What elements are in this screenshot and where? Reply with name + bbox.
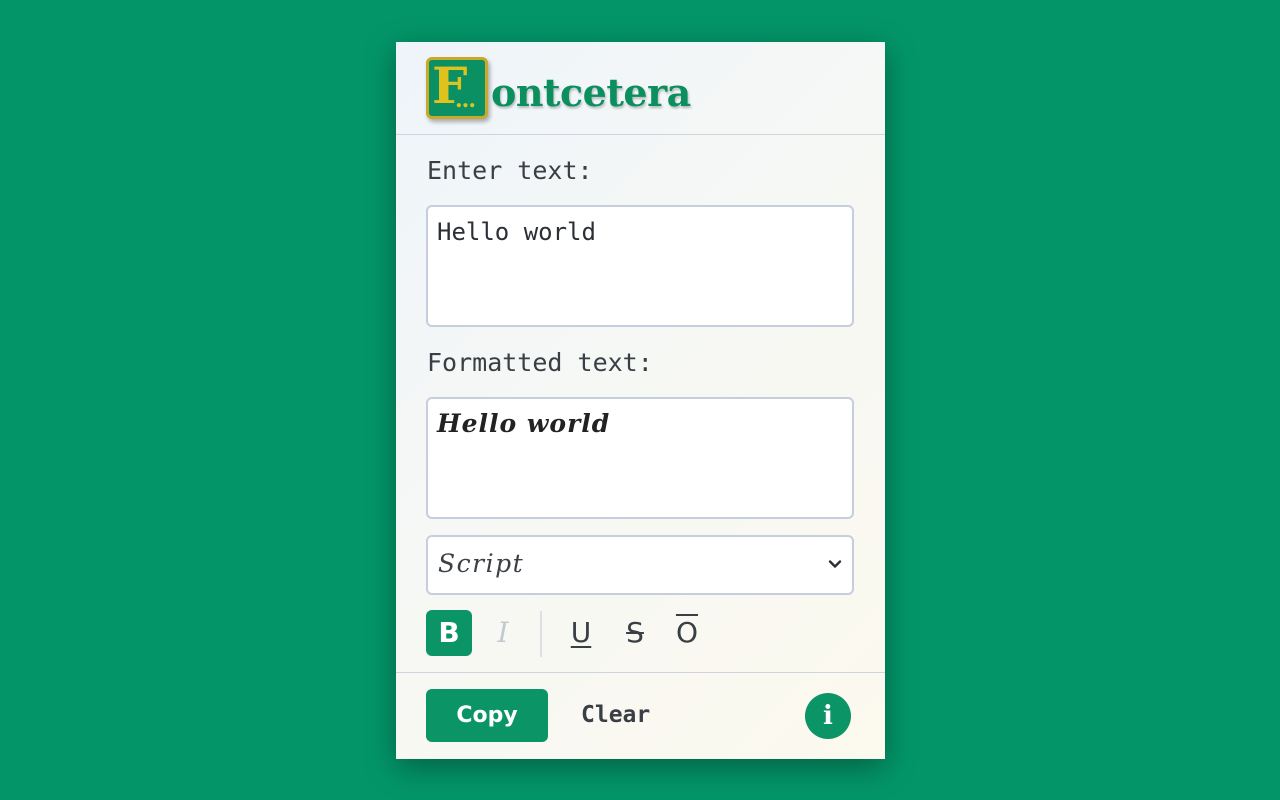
input-textarea[interactable]: Hello world bbox=[426, 205, 854, 327]
extension-popup: F ... ontcetera Enter text: Hello world … bbox=[396, 42, 885, 759]
logo-wordmark: ontcetera bbox=[491, 70, 691, 115]
bold-button[interactable]: B bbox=[426, 610, 472, 656]
chevron-down-icon bbox=[828, 560, 842, 568]
toolbar-divider bbox=[540, 611, 542, 657]
clear-button[interactable]: Clear bbox=[581, 689, 650, 742]
header: F ... ontcetera bbox=[396, 42, 885, 135]
info-icon[interactable]: i bbox=[805, 693, 851, 739]
overline-button[interactable]: O bbox=[664, 610, 710, 656]
font-style-selected: Script bbox=[438, 549, 525, 578]
logo-icon: F ... bbox=[426, 57, 488, 119]
footer: Copy Clear i bbox=[396, 672, 885, 760]
output-textarea[interactable]: Hello world bbox=[426, 397, 854, 519]
logo-dots: ... bbox=[455, 87, 476, 113]
italic-button[interactable]: I bbox=[480, 610, 526, 656]
output-label: Formatted text: bbox=[427, 348, 653, 377]
input-label: Enter text: bbox=[427, 156, 593, 185]
font-style-select[interactable]: Script bbox=[426, 535, 854, 595]
strikethrough-button[interactable]: S bbox=[612, 610, 658, 656]
copy-button[interactable]: Copy bbox=[426, 689, 548, 742]
underline-button[interactable]: U bbox=[558, 610, 604, 656]
